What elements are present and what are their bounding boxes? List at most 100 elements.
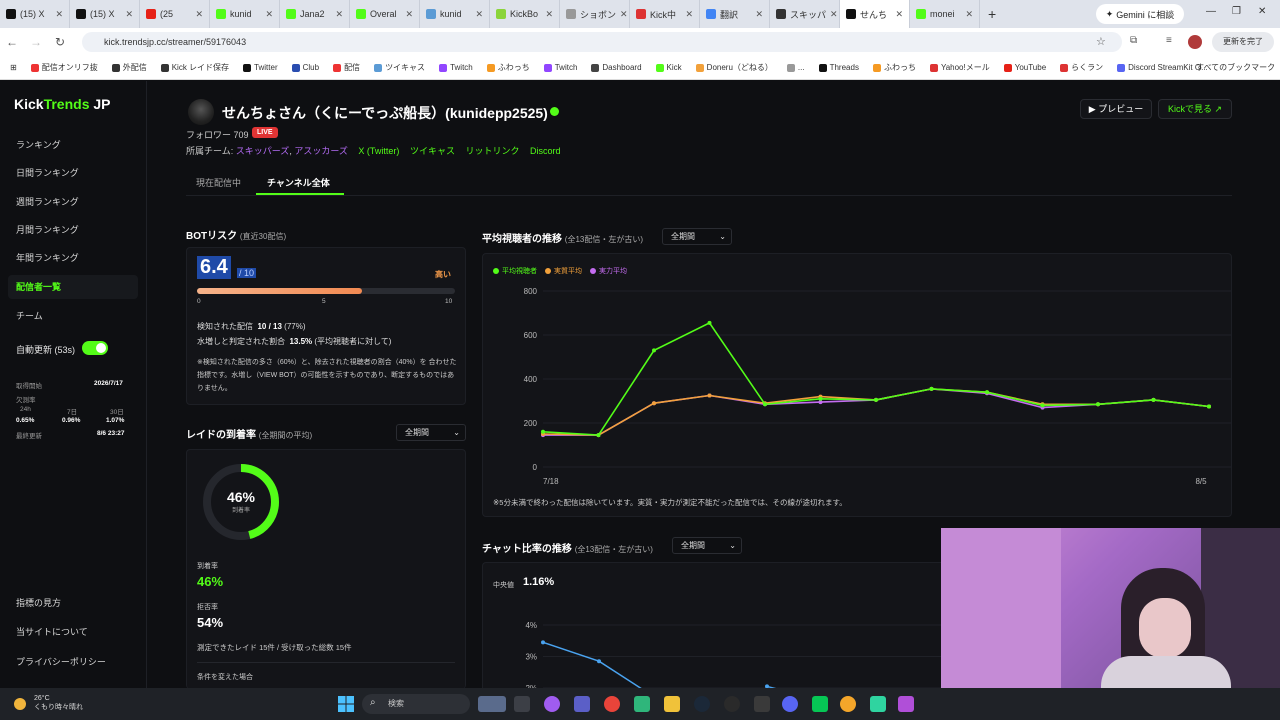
bookmark-item[interactable]: ... [786,63,805,72]
app-icon[interactable] [754,696,770,712]
tab-close-icon[interactable]: ✕ [125,9,133,20]
apps-icon[interactable]: ⊞ [10,63,17,72]
tab-close-icon[interactable]: ✕ [195,9,203,20]
discord-icon[interactable] [782,696,798,712]
bookmark-item[interactable]: ふわっち [872,62,916,73]
viewers-period-select[interactable]: 全期間 ⌄ [662,228,732,245]
browser-tab[interactable]: (25 ✕ [140,0,210,28]
sidebar-item[interactable]: 週間ランキング [8,190,138,214]
team-link-2[interactable]: アスッカーズ [294,146,348,156]
bookmark-item[interactable]: らくラン [1060,62,1103,73]
bookmark-item[interactable]: Kick レイド保存 [160,62,229,73]
app-purple-icon[interactable] [898,696,914,712]
bookmark-item[interactable]: YouTube [1003,63,1046,72]
bookmark-item[interactable]: Dashboard [591,63,642,72]
preview-button[interactable]: ▶ プレビュー [1080,99,1152,119]
close-window-icon[interactable]: ✕ [1258,6,1266,17]
tab-close-icon[interactable]: ✕ [265,9,273,20]
browser-tab[interactable]: kunid ✕ [420,0,490,28]
tab-close-icon[interactable]: ✕ [405,9,413,20]
browser-tab[interactable]: Kick中 ✕ [630,0,700,28]
minimize-icon[interactable]: — [1206,6,1216,17]
bookmark-star-icon[interactable]: ☆ [1096,35,1106,48]
sidebar-item[interactable]: 日間ランキング [8,161,138,185]
team-link-1[interactable]: スキッパーズ [236,146,290,156]
raid-period-select[interactable]: 全期間 ⌄ [396,424,466,441]
bookmark-item[interactable]: Threads [818,63,859,72]
reload-icon[interactable]: ↻ [48,35,72,49]
tab-close-icon[interactable]: ✕ [965,9,973,20]
browser-tab[interactable]: (15) X ✕ [70,0,140,28]
notepad-icon[interactable] [870,696,886,712]
tab-close-icon[interactable]: ✕ [55,9,63,20]
auto-refresh-toggle[interactable] [82,341,108,355]
taskbar-widget-icon[interactable] [478,696,506,712]
tab-close-icon[interactable]: ✕ [755,9,763,20]
obs-icon[interactable] [724,696,740,712]
app-coin-icon[interactable] [840,696,856,712]
new-tab-icon[interactable]: + [980,6,1004,22]
tab-close-icon[interactable]: ✕ [830,9,838,20]
bookmark-item[interactable]: Twitch [543,63,577,72]
edge-icon[interactable] [634,696,650,712]
maximize-icon[interactable]: ❐ [1232,6,1241,17]
gemini-button[interactable]: ✦ Gemini に相談 [1096,4,1184,24]
bookmark-item[interactable]: ふわっち [486,62,530,73]
back-icon[interactable]: ← [0,35,24,49]
social-link-discord[interactable]: Discord [530,146,561,156]
browser-tab[interactable]: Overal ✕ [350,0,420,28]
bookmark-item[interactable]: Doneru（どねる） [695,62,773,73]
bookmark-item[interactable]: Kick [655,63,682,72]
tab-close-icon[interactable]: ✕ [545,9,553,20]
forward-icon[interactable]: → [24,35,48,49]
teams-icon[interactable] [574,696,590,712]
social-link-litlink[interactable]: リットリンク [465,146,519,156]
update-button[interactable]: 更新を完了 [1212,32,1274,52]
steam-icon[interactable] [694,696,710,712]
sidebar-footer-link[interactable]: 指標の見方 [8,591,138,615]
sidebar-item[interactable]: ランキング [8,133,138,157]
sidebar-footer-link[interactable]: 当サイトについて [8,620,138,644]
bookmark-item[interactable]: Discord StreamKit O... [1117,63,1208,72]
browser-tab[interactable]: kunid ✕ [210,0,280,28]
bookmark-item[interactable]: 配信オンリフ抜 [30,62,98,73]
sidebar-item[interactable]: チーム [8,304,138,328]
profile-avatar[interactable] [1188,35,1202,49]
tab-close-icon[interactable]: ✕ [895,9,903,20]
browser-tab[interactable]: せんち ✕ [840,0,910,28]
weather-widget[interactable]: 26°C くもり時々晴れ [34,694,83,712]
bookmark-item[interactable]: Twitch [439,63,473,72]
tab-close-icon[interactable]: ✕ [685,9,693,20]
tab-current-stream[interactable]: 現在配信中 [196,176,241,189]
browser-tab[interactable]: ショボン ✕ [560,0,630,28]
bookmark-item[interactable]: Yahoo!メール [929,62,990,73]
bookmark-item[interactable]: Twitter [243,63,278,72]
windows-start-icon[interactable] [338,696,354,712]
site-logo[interactable]: KickTrends JP [14,96,111,112]
tab-channel-overall[interactable]: チャンネル全体 [267,176,330,189]
line-icon[interactable] [812,696,828,712]
extensions-icon[interactable]: ⧉ [1130,35,1137,46]
taskbar-search[interactable]: 検索 [362,694,470,714]
reading-list-icon[interactable]: ≡ [1166,35,1172,46]
social-link-twitcasting[interactable]: ツイキャス [410,146,455,156]
browser-tab[interactable]: Jana2 ✕ [280,0,350,28]
tab-close-icon[interactable]: ✕ [335,9,343,20]
sidebar-item[interactable]: 月間ランキング [8,218,138,242]
chrome-icon[interactable] [604,696,620,712]
url-input[interactable]: kick.trendsjp.cc/streamer/59176043 [82,32,1122,52]
bookmark-item[interactable]: 外配信 [111,62,147,73]
explorer-icon[interactable] [664,696,680,712]
sidebar-footer-link[interactable]: プライバシーポリシー [8,650,138,674]
watch-on-kick-button[interactable]: Kickで見る ↗ [1158,99,1232,119]
bookmark-item[interactable]: Club [291,63,319,72]
bookmark-item[interactable]: ツイキャス [374,62,425,73]
browser-tab[interactable]: スキッパ ✕ [770,0,840,28]
social-link-x[interactable]: X (Twitter) [358,146,399,156]
browser-tab[interactable]: monei ✕ [910,0,980,28]
copilot-icon[interactable] [544,696,560,712]
sidebar-item[interactable]: 配信者一覧 [8,275,138,299]
browser-tab[interactable]: KickBo ✕ [490,0,560,28]
browser-tab[interactable]: (15) X ✕ [0,0,70,28]
chat-period-select[interactable]: 全期間 ⌄ [672,537,742,554]
